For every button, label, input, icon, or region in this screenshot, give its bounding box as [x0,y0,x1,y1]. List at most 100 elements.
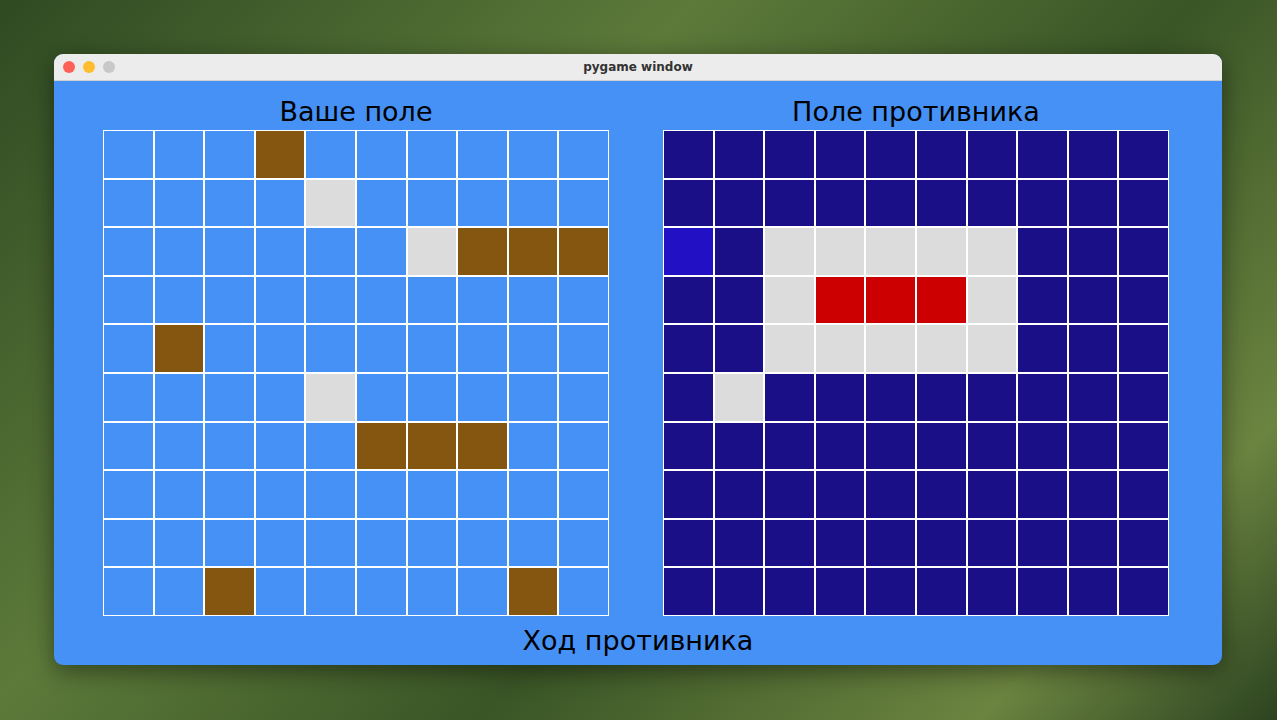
board-cell[interactable] [765,325,814,372]
board-cell[interactable] [664,180,713,227]
board-cell[interactable] [1018,471,1067,518]
minimize-button[interactable] [83,61,95,73]
board-cell[interactable] [816,131,865,178]
board-cell[interactable] [1119,520,1168,567]
board-cell[interactable] [866,423,915,470]
board-cell[interactable] [1069,471,1118,518]
board-cell[interactable] [866,325,915,372]
board-cell[interactable] [715,520,764,567]
board-cell[interactable] [816,325,865,372]
board-cell[interactable] [664,374,713,421]
board-cell[interactable] [917,277,966,324]
board-cell[interactable] [816,471,865,518]
board-cell[interactable] [1018,374,1067,421]
board-cell[interactable] [866,277,915,324]
board-cell[interactable] [765,374,814,421]
board-cell[interactable] [715,277,764,324]
board-cell[interactable] [1018,228,1067,275]
board-cell[interactable] [917,568,966,615]
board-cell[interactable] [917,374,966,421]
board-cell[interactable] [765,228,814,275]
board-cell[interactable] [715,471,764,518]
board-cell[interactable] [1119,277,1168,324]
board-cell[interactable] [715,568,764,615]
board-cell[interactable] [664,325,713,372]
board-cell[interactable] [816,423,865,470]
board-cell[interactable] [968,228,1017,275]
board-cell[interactable] [1018,568,1067,615]
board-cell[interactable] [765,277,814,324]
board-cell[interactable] [664,520,713,567]
board-cell[interactable] [1119,471,1168,518]
board-cell[interactable] [715,131,764,178]
board-cell[interactable] [866,228,915,275]
board-cell[interactable] [917,131,966,178]
board-cell[interactable] [765,520,814,567]
board-cell[interactable] [664,277,713,324]
board-cell[interactable] [816,277,865,324]
board-cell[interactable] [1069,180,1118,227]
board-cell[interactable] [765,471,814,518]
board-cell[interactable] [715,374,764,421]
board-cell[interactable] [968,423,1017,470]
board-cell[interactable] [968,568,1017,615]
board-cell[interactable] [866,180,915,227]
board-cell[interactable] [765,180,814,227]
board-cell[interactable] [866,568,915,615]
board-cell[interactable] [866,520,915,567]
board-cell[interactable] [866,471,915,518]
board-cell[interactable] [1119,228,1168,275]
board-cell[interactable] [917,228,966,275]
board-cell[interactable] [1018,277,1067,324]
board-cell[interactable] [664,471,713,518]
board-cell[interactable] [968,277,1017,324]
board-cell[interactable] [968,471,1017,518]
board-cell[interactable] [715,228,764,275]
board-cell[interactable] [816,228,865,275]
board-cell[interactable] [968,180,1017,227]
board-cell[interactable] [1119,374,1168,421]
board-cell[interactable] [1119,180,1168,227]
board-cell[interactable] [1069,568,1118,615]
board-cell[interactable] [917,471,966,518]
board-cell[interactable] [664,228,713,275]
board-cell[interactable] [1069,131,1118,178]
board-cell[interactable] [866,131,915,178]
board-cell[interactable] [1018,180,1067,227]
board-cell[interactable] [917,180,966,227]
board-cell[interactable] [1018,131,1067,178]
board-cell[interactable] [1018,423,1067,470]
board-cell[interactable] [765,423,814,470]
board-cell[interactable] [1069,423,1118,470]
board-cell[interactable] [1069,520,1118,567]
board-cell[interactable] [816,520,865,567]
board-cell[interactable] [816,374,865,421]
board-cell[interactable] [968,131,1017,178]
board-cell[interactable] [866,374,915,421]
board-cell[interactable] [1069,325,1118,372]
board-cell[interactable] [917,325,966,372]
board-cell[interactable] [1119,131,1168,178]
zoom-button[interactable] [103,61,115,73]
board-cell[interactable] [765,131,814,178]
board-cell[interactable] [968,520,1017,567]
board-cell[interactable] [664,131,713,178]
board-cell[interactable] [1069,228,1118,275]
board-cell[interactable] [1018,520,1067,567]
board-cell[interactable] [1069,374,1118,421]
board-cell[interactable] [1069,277,1118,324]
board-cell[interactable] [968,325,1017,372]
board-cell[interactable] [765,568,814,615]
board-cell[interactable] [715,180,764,227]
board-cell[interactable] [1119,568,1168,615]
close-button[interactable] [63,61,75,73]
board-cell[interactable] [715,325,764,372]
board-cell[interactable] [664,423,713,470]
board-cell[interactable] [968,374,1017,421]
board-cell[interactable] [1018,325,1067,372]
board-cell[interactable] [1119,325,1168,372]
board-cell[interactable] [816,180,865,227]
board-cell[interactable] [816,568,865,615]
board-cell[interactable] [715,423,764,470]
board-cell[interactable] [1119,423,1168,470]
